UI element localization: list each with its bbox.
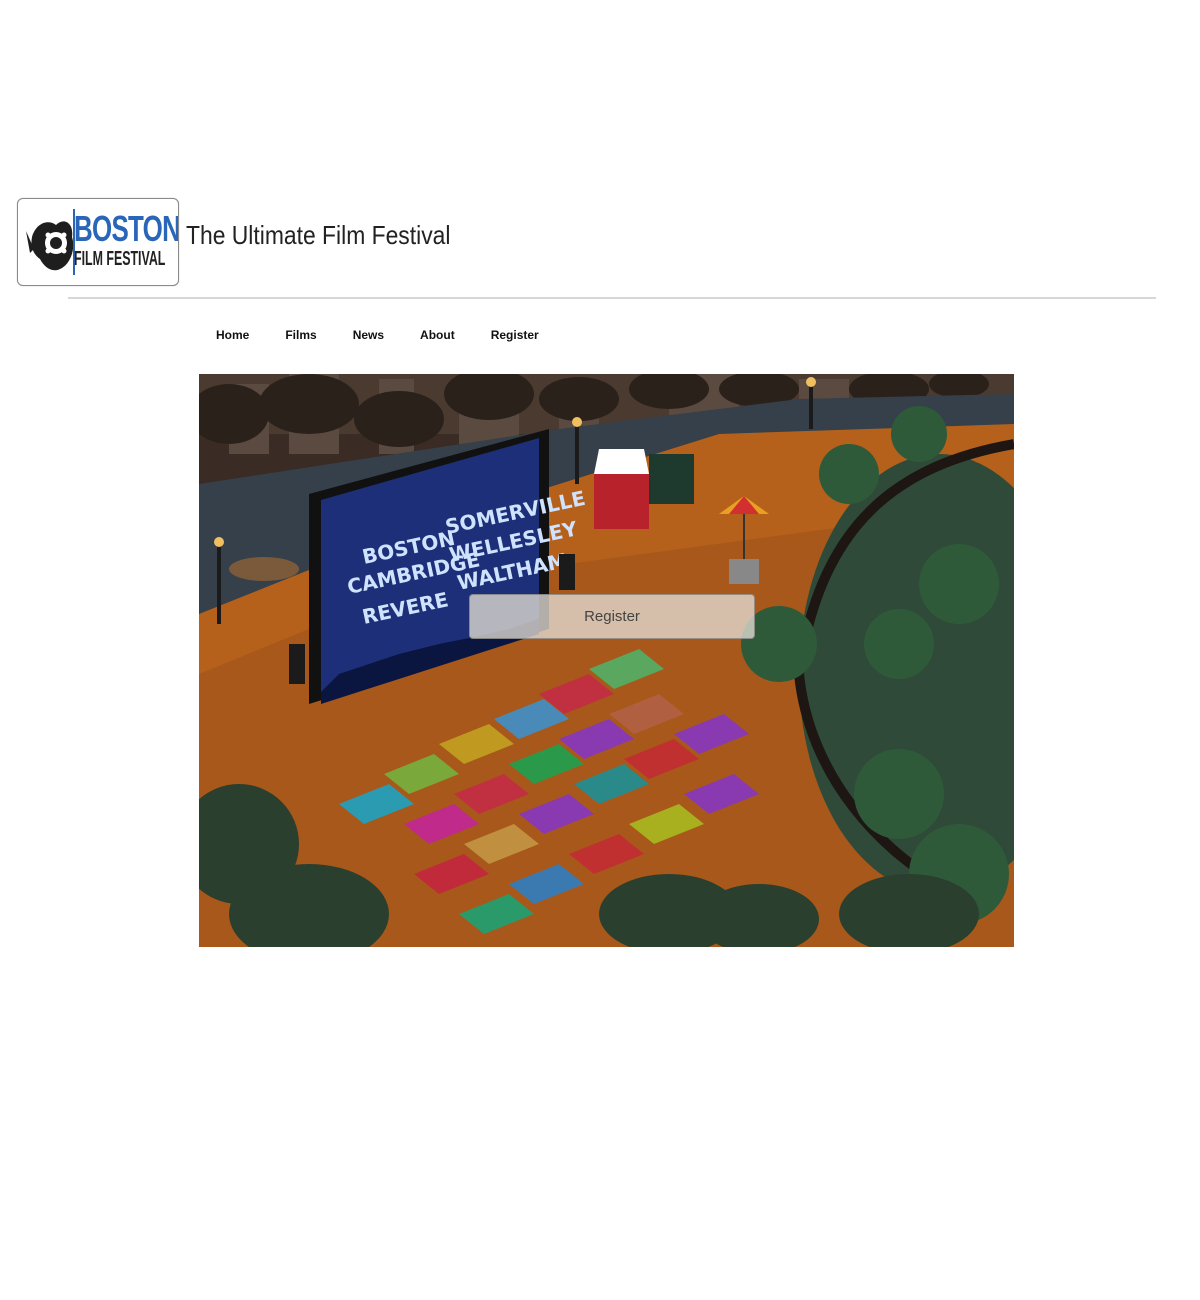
nav-news[interactable]: News (353, 328, 384, 342)
nav-home[interactable]: Home (216, 328, 249, 342)
register-button[interactable]: Register (469, 594, 755, 639)
outdoor-cinema-illustration: BOSTON CAMBRIDGE REVERE SOMERVILLE WELLE… (199, 374, 1014, 947)
logo-text-boston: BOSTON (74, 208, 179, 249)
header-divider (68, 297, 1156, 299)
page: BOSTON FILM FESTIVAL The Ultimate Film F… (0, 0, 1200, 1300)
hero-illustration: BOSTON CAMBRIDGE REVERE SOMERVILLE WELLE… (199, 374, 1014, 947)
site-tagline: The Ultimate Film Festival (186, 220, 451, 250)
nav-about[interactable]: About (420, 328, 455, 342)
nav-register[interactable]: Register (491, 328, 539, 342)
logo-text-film-festival: FILM FESTIVAL (74, 248, 166, 270)
main-nav: Home Films News About Register (216, 328, 575, 342)
nav-films[interactable]: Films (285, 328, 316, 342)
logo[interactable]: BOSTON FILM FESTIVAL (17, 198, 179, 286)
